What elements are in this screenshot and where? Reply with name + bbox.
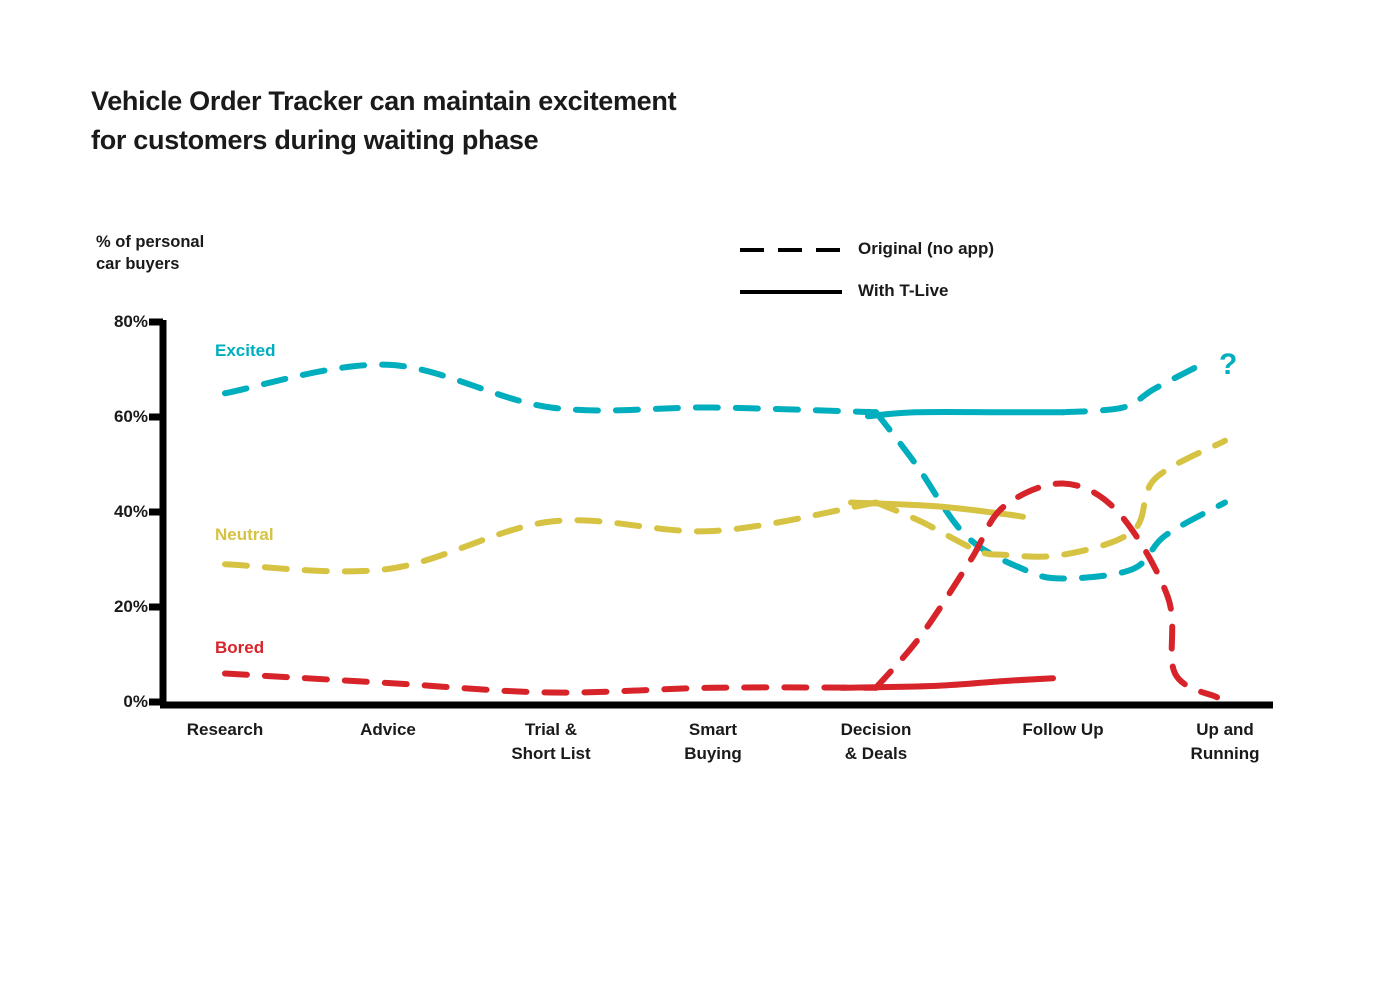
excited-dashed-left [222, 361, 879, 416]
page-title: Vehicle Order Tracker can maintain excit… [91, 86, 677, 156]
bored-dashed-left [222, 670, 879, 696]
legend-dashed-line-icon [740, 248, 842, 252]
y-axis-caption: % of personal car buyers [96, 233, 205, 274]
chart-curves [222, 357, 1228, 701]
excited-solid-tlive [865, 408, 1066, 420]
y-tick-80: 80% [113, 312, 148, 331]
y-tick-40: 40% [113, 502, 148, 521]
legend-label-tlive: With T-Live [858, 281, 949, 300]
neutral-dashed-left [222, 499, 879, 575]
neutral-dashed-right [873, 437, 1228, 560]
legend-solid-line-icon [740, 290, 842, 294]
chart-axes [149, 318, 1273, 709]
legend-item-tlive: With T-Live [740, 278, 1060, 320]
neutral-solid-tlive [848, 499, 1026, 520]
x-tick-research: Research [186, 720, 264, 739]
x-tick-decision-deals: Decision & Deals [840, 720, 912, 763]
chart-page: Vehicle Order Tracker can maintain excit… [0, 0, 1375, 1001]
series-label-bored: Bored [215, 638, 265, 657]
legend-label-original: Original (no app) [858, 239, 994, 258]
x-tick-trial-shortlist: Trial & Short List [511, 720, 591, 763]
question-mark-annotation: ? [1219, 348, 1238, 381]
x-tick-follow-up: Follow Up [1022, 720, 1104, 739]
x-tick-up-and-running: Up and Running [1190, 720, 1260, 763]
excited-dashed-tlive-projection [1060, 357, 1213, 416]
x-tick-advice: Advice [360, 720, 416, 739]
bored-dashed-right [873, 480, 1220, 701]
excited-dashed-right [873, 409, 1228, 582]
x-tick-smart-buying: Smart Buying [684, 720, 742, 763]
bored-solid-tlive [838, 675, 1056, 691]
series-label-excited: Excited [215, 341, 276, 360]
chart-legend: Original (no app) With T-Live [740, 236, 1060, 320]
y-tick-20: 20% [113, 597, 148, 616]
y-tick-0: 0% [123, 692, 148, 711]
legend-item-original: Original (no app) [740, 236, 1060, 278]
y-tick-60: 60% [113, 407, 148, 426]
series-label-neutral: Neutral [215, 525, 274, 544]
